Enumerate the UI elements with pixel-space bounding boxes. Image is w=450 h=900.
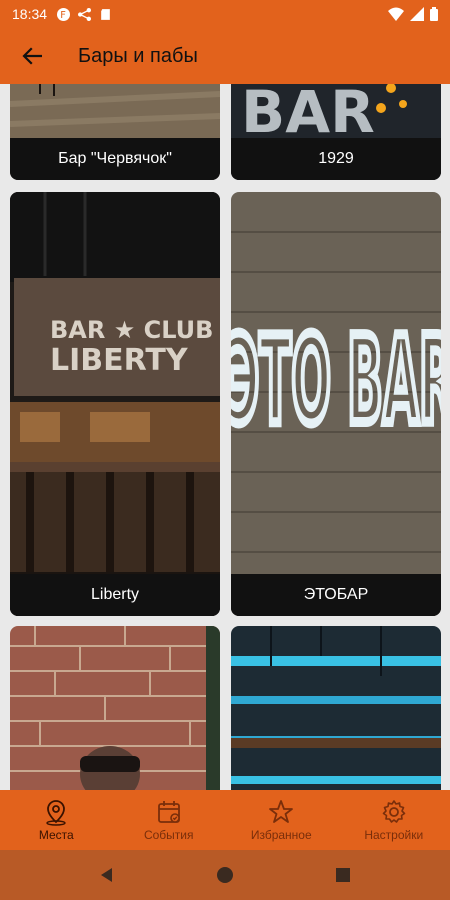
place-title: 1929 (231, 138, 441, 180)
place-photo (231, 626, 441, 790)
map-pin-icon (46, 800, 66, 826)
nav-label: Настройки (364, 828, 424, 842)
app-bar: Бары и пабы (0, 28, 450, 84)
wifi-icon (388, 7, 404, 21)
calendar-icon (157, 801, 180, 823)
place-card-6[interactable] (231, 626, 441, 790)
place-title: Liberty (10, 574, 220, 616)
place-card-chervyachok[interactable]: Бар "Червячок" (10, 84, 220, 180)
bottom-navigation: Места События Избранное Настройки (0, 790, 450, 850)
place-card-5[interactable] (10, 626, 220, 790)
svg-text:BAR: BAR (241, 84, 375, 146)
nav-label: Избранное (250, 828, 312, 842)
nav-label: События (143, 828, 194, 842)
battery-icon (430, 7, 438, 21)
nav-places[interactable]: Места (0, 790, 113, 850)
nav-label: Места (38, 828, 74, 842)
sd-card-icon (101, 8, 110, 20)
svg-text:F: F (60, 9, 66, 20)
place-card-etobar[interactable]: ЭТО BAR ЭТОБАР (231, 192, 441, 616)
recents-square-icon[interactable] (334, 866, 352, 884)
place-title: Бар "Червячок" (10, 138, 220, 180)
status-time: 18:34 (12, 6, 48, 22)
places-grid: Бар "Червячок" BAR 1929 BAR ★ CLUB LIBER… (0, 84, 450, 790)
notification-icon: F (57, 7, 71, 21)
gear-icon (382, 800, 406, 823)
home-circle-icon[interactable] (216, 866, 234, 884)
status-bar: 18:34 F (0, 0, 450, 28)
nav-favorites[interactable]: Избранное (225, 790, 338, 850)
nav-events[interactable]: События (113, 790, 226, 850)
sign-line-2: LIBERTY (50, 343, 189, 378)
share-icon (78, 7, 92, 21)
arrow-back-icon (22, 47, 42, 65)
place-card-1929[interactable]: BAR 1929 (231, 84, 441, 180)
neon-sign: ЭТО BAR (231, 312, 441, 451)
place-card-liberty[interactable]: BAR ★ CLUB LIBERTY Liberty (10, 192, 220, 616)
nav-settings[interactable]: Настройки (338, 790, 450, 850)
sign-line-1: BAR ★ CLUB (50, 316, 213, 344)
place-title: ЭТОБАР (231, 574, 441, 616)
system-navigation-bar (0, 850, 450, 900)
back-button[interactable] (0, 28, 64, 84)
place-photo (10, 626, 220, 790)
place-photo: BAR ★ CLUB LIBERTY (10, 192, 220, 616)
star-icon (269, 800, 294, 823)
back-triangle-icon[interactable] (98, 866, 116, 884)
page-title: Бары и пабы (78, 44, 198, 67)
place-photo: ЭТО BAR (231, 192, 441, 616)
signal-icon (410, 7, 424, 21)
